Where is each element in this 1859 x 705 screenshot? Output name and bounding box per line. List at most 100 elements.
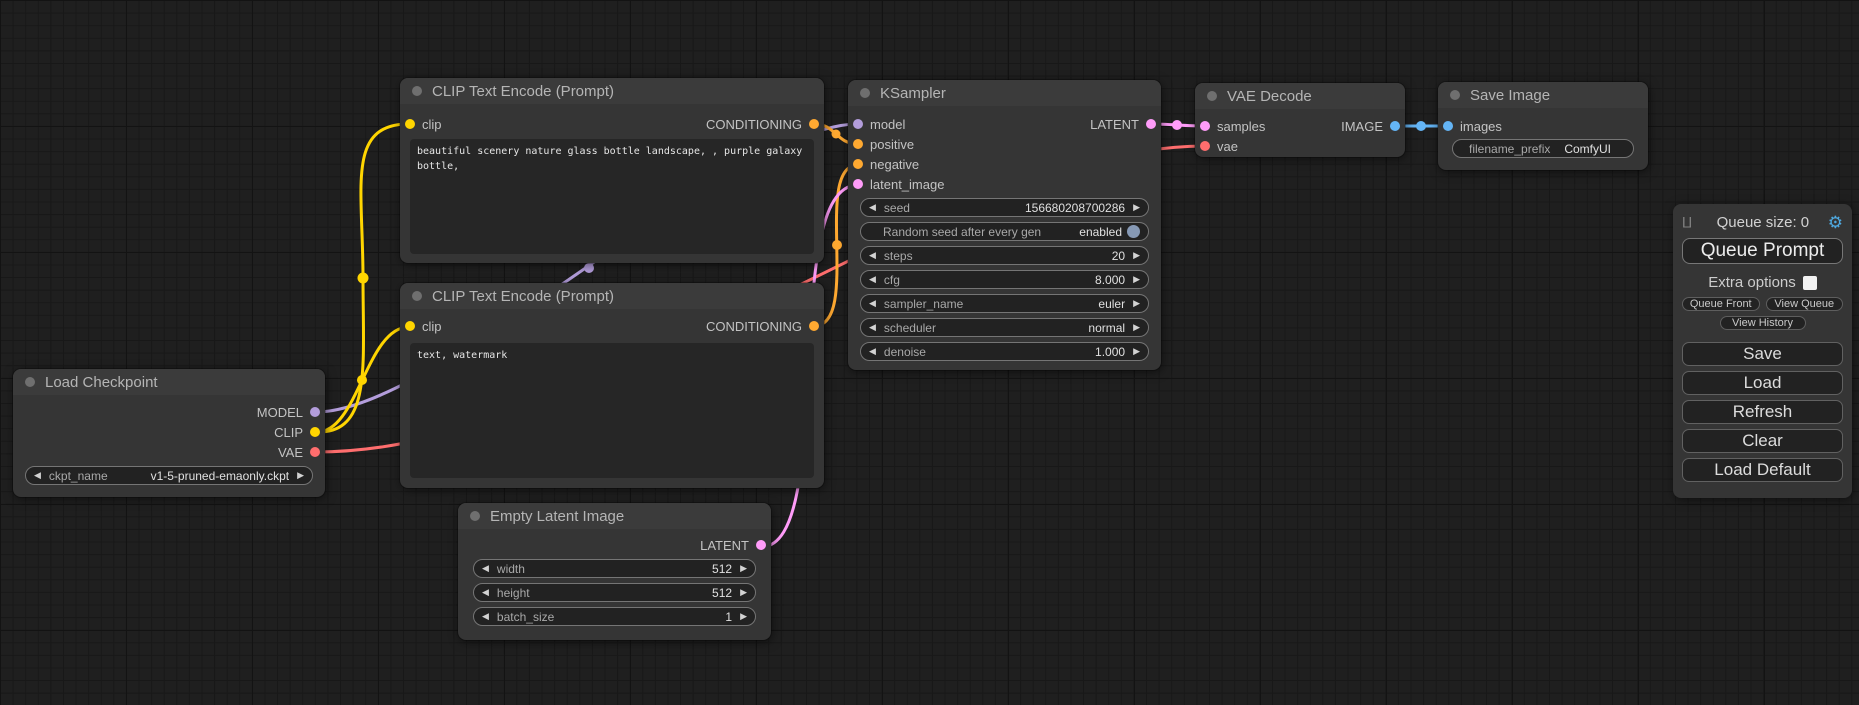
widget-value: v1-5-pruned-emaonly.ckpt [151, 469, 290, 483]
stepper-right-icon[interactable]: ▶ [740, 564, 747, 573]
stepper-right-icon[interactable]: ▶ [297, 471, 304, 480]
denoise-widget[interactable]: ◀ denoise 1.000 ▶ [860, 342, 1149, 361]
stepper-left-icon[interactable]: ◀ [869, 347, 876, 356]
stepper-right-icon[interactable]: ▶ [1133, 299, 1140, 308]
save-button[interactable]: Save [1682, 342, 1843, 366]
prompt-textarea[interactable]: beautiful scenery nature glass bottle la… [410, 139, 814, 254]
widget-label: steps [884, 249, 913, 263]
input-port-negative[interactable] [853, 159, 863, 169]
node-header[interactable]: CLIP Text Encode (Prompt) [400, 283, 824, 309]
node-header[interactable]: Save Image [1438, 82, 1648, 108]
output-port-model[interactable] [310, 407, 320, 417]
drag-handle-icon[interactable]: ⨿ [1682, 214, 1698, 231]
output-port-latent[interactable] [756, 540, 766, 550]
view-queue-button[interactable]: View Queue [1766, 297, 1844, 311]
node-title: CLIP Text Encode (Prompt) [432, 288, 614, 305]
steps-widget[interactable]: ◀ steps 20 ▶ [860, 246, 1149, 265]
queue-front-button[interactable]: Queue Front [1682, 297, 1760, 311]
stepper-left-icon[interactable]: ◀ [869, 251, 876, 260]
random-seed-toggle-widget[interactable]: Random seed after every gen enabled [860, 222, 1149, 241]
stepper-left-icon[interactable]: ◀ [482, 564, 489, 573]
output-label-latent: LATENT [1090, 117, 1139, 132]
batch-size-widget[interactable]: ◀ batch_size 1 ▶ [473, 607, 756, 626]
collapse-dot-icon[interactable] [412, 86, 422, 96]
filename-prefix-widget[interactable]: filename_prefix ComfyUI [1452, 139, 1634, 158]
input-label-positive: positive [870, 137, 914, 152]
collapse-dot-icon[interactable] [860, 88, 870, 98]
width-widget[interactable]: ◀ width 512 ▶ [473, 559, 756, 578]
seed-widget[interactable]: ◀ seed 156680208700286 ▶ [860, 198, 1149, 217]
cfg-widget[interactable]: ◀ cfg 8.000 ▶ [860, 270, 1149, 289]
link-midpoint-dot [832, 240, 842, 250]
output-port-conditioning[interactable] [809, 119, 819, 129]
collapse-dot-icon[interactable] [1450, 90, 1460, 100]
stepper-left-icon[interactable]: ◀ [869, 275, 876, 284]
clear-button[interactable]: Clear [1682, 429, 1843, 453]
widget-value: 512 [712, 586, 732, 600]
load-default-button[interactable]: Load Default [1682, 458, 1843, 482]
load-button[interactable]: Load [1682, 371, 1843, 395]
widget-label: height [497, 586, 530, 600]
collapse-dot-icon[interactable] [1207, 91, 1217, 101]
input-port-samples[interactable] [1200, 121, 1210, 131]
node-header[interactable]: Empty Latent Image [458, 503, 771, 529]
input-port-positive[interactable] [853, 139, 863, 149]
output-port-clip[interactable] [310, 427, 320, 437]
stepper-left-icon[interactable]: ◀ [869, 299, 876, 308]
node-header[interactable]: Load Checkpoint [13, 369, 325, 395]
queue-prompt-button[interactable]: Queue Prompt [1682, 238, 1843, 264]
node-header[interactable]: KSampler [848, 80, 1161, 106]
widget-label: sampler_name [884, 297, 963, 311]
node-save-image: Save Image images filename_prefix ComfyU… [1438, 82, 1648, 170]
collapse-dot-icon[interactable] [412, 291, 422, 301]
widget-label: Random seed after every gen [883, 225, 1041, 239]
extra-options-checkbox[interactable] [1803, 276, 1817, 290]
input-port-clip[interactable] [405, 321, 415, 331]
widget-label: filename_prefix [1469, 142, 1550, 156]
node-graph-canvas[interactable]: Load Checkpoint MODEL CLIP VAE ◀ ckpt_na… [0, 0, 1859, 705]
stepper-left-icon[interactable]: ◀ [34, 471, 41, 480]
sampler-name-widget[interactable]: ◀ sampler_name euler ▶ [860, 294, 1149, 313]
stepper-left-icon[interactable]: ◀ [869, 203, 876, 212]
node-title: Save Image [1470, 87, 1550, 104]
stepper-right-icon[interactable]: ▶ [1133, 323, 1140, 332]
output-port-latent[interactable] [1146, 119, 1156, 129]
collapse-dot-icon[interactable] [25, 377, 35, 387]
widget-label: denoise [884, 345, 926, 359]
view-history-button[interactable]: View History [1720, 316, 1806, 330]
stepper-left-icon[interactable]: ◀ [482, 588, 489, 597]
stepper-right-icon[interactable]: ▶ [1133, 347, 1140, 356]
link-midpoint-dot [1416, 121, 1426, 131]
prompt-textarea[interactable]: text, watermark [410, 343, 814, 478]
output-port-conditioning[interactable] [809, 321, 819, 331]
input-label-vae: vae [1217, 139, 1238, 154]
input-port-vae[interactable] [1200, 141, 1210, 151]
node-load-checkpoint: Load Checkpoint MODEL CLIP VAE ◀ ckpt_na… [13, 369, 325, 497]
stepper-right-icon[interactable]: ▶ [1133, 203, 1140, 212]
node-clip-text-encode-negative: CLIP Text Encode (Prompt) clip CONDITION… [400, 283, 824, 488]
stepper-right-icon[interactable]: ▶ [1133, 251, 1140, 260]
input-port-images[interactable] [1443, 121, 1453, 131]
link-midpoint-dot [358, 273, 369, 284]
input-label-clip: clip [422, 319, 442, 334]
collapse-dot-icon[interactable] [470, 511, 480, 521]
node-header[interactable]: CLIP Text Encode (Prompt) [400, 78, 824, 104]
input-port-model[interactable] [853, 119, 863, 129]
input-port-latent-image[interactable] [853, 179, 863, 189]
refresh-button[interactable]: Refresh [1682, 400, 1843, 424]
stepper-right-icon[interactable]: ▶ [740, 612, 747, 621]
stepper-left-icon[interactable]: ◀ [482, 612, 489, 621]
input-port-clip[interactable] [405, 119, 415, 129]
toggle-dot-icon[interactable] [1127, 225, 1140, 238]
node-header[interactable]: VAE Decode [1195, 83, 1405, 109]
gear-icon[interactable]: ⚙ [1828, 214, 1843, 231]
output-port-vae[interactable] [310, 447, 320, 457]
stepper-left-icon[interactable]: ◀ [869, 323, 876, 332]
node-vae-decode: VAE Decode samples IMAGE vae [1195, 83, 1405, 157]
height-widget[interactable]: ◀ height 512 ▶ [473, 583, 756, 602]
scheduler-widget[interactable]: ◀ scheduler normal ▶ [860, 318, 1149, 337]
stepper-right-icon[interactable]: ▶ [1133, 275, 1140, 284]
stepper-right-icon[interactable]: ▶ [740, 588, 747, 597]
output-port-image[interactable] [1390, 121, 1400, 131]
ckpt-name-widget[interactable]: ◀ ckpt_name v1-5-pruned-emaonly.ckpt ▶ [25, 466, 313, 485]
